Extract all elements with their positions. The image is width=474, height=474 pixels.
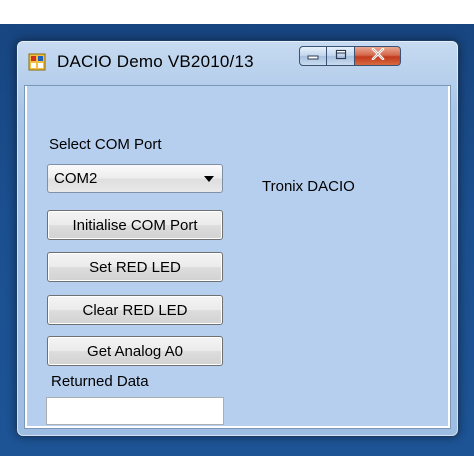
- maximize-icon: [335, 47, 347, 65]
- set-red-led-button[interactable]: Set RED LED: [47, 252, 223, 282]
- window-title: DACIO Demo VB2010/13: [57, 52, 254, 71]
- title-bar[interactable]: DACIO Demo VB2010/13: [17, 41, 458, 83]
- caption-buttons: [299, 46, 401, 68]
- com-port-value: COM2: [54, 170, 98, 187]
- initialise-com-port-button[interactable]: Initialise COM Port: [47, 210, 223, 240]
- returned-data-label: Returned Data: [51, 373, 149, 390]
- returned-data-field[interactable]: [46, 397, 224, 425]
- form-body: Select COM Port COM2 Tronix DACIO Initia…: [27, 86, 448, 426]
- page-top-margin: [0, 0, 474, 24]
- app-form-icon[interactable]: [28, 53, 46, 71]
- minimize-button[interactable]: [299, 46, 327, 66]
- close-button[interactable]: [355, 46, 401, 66]
- get-analog-a0-button[interactable]: Get Analog A0: [47, 336, 223, 366]
- close-icon: [371, 47, 385, 65]
- clear-red-led-button[interactable]: Clear RED LED: [47, 295, 223, 325]
- app-window: DACIO Demo VB2010/13 Select COM Port COM…: [16, 40, 459, 437]
- com-port-select[interactable]: COM2: [47, 164, 223, 193]
- page-bottom-margin: [0, 456, 474, 474]
- form-client-area: Select COM Port COM2 Tronix DACIO Initia…: [24, 85, 451, 429]
- minimize-icon: [307, 47, 319, 65]
- chevron-down-icon[interactable]: [204, 176, 214, 182]
- com-port-label: Select COM Port: [49, 136, 162, 153]
- maximize-button[interactable]: [327, 46, 355, 66]
- device-name-label: Tronix DACIO: [262, 178, 355, 195]
